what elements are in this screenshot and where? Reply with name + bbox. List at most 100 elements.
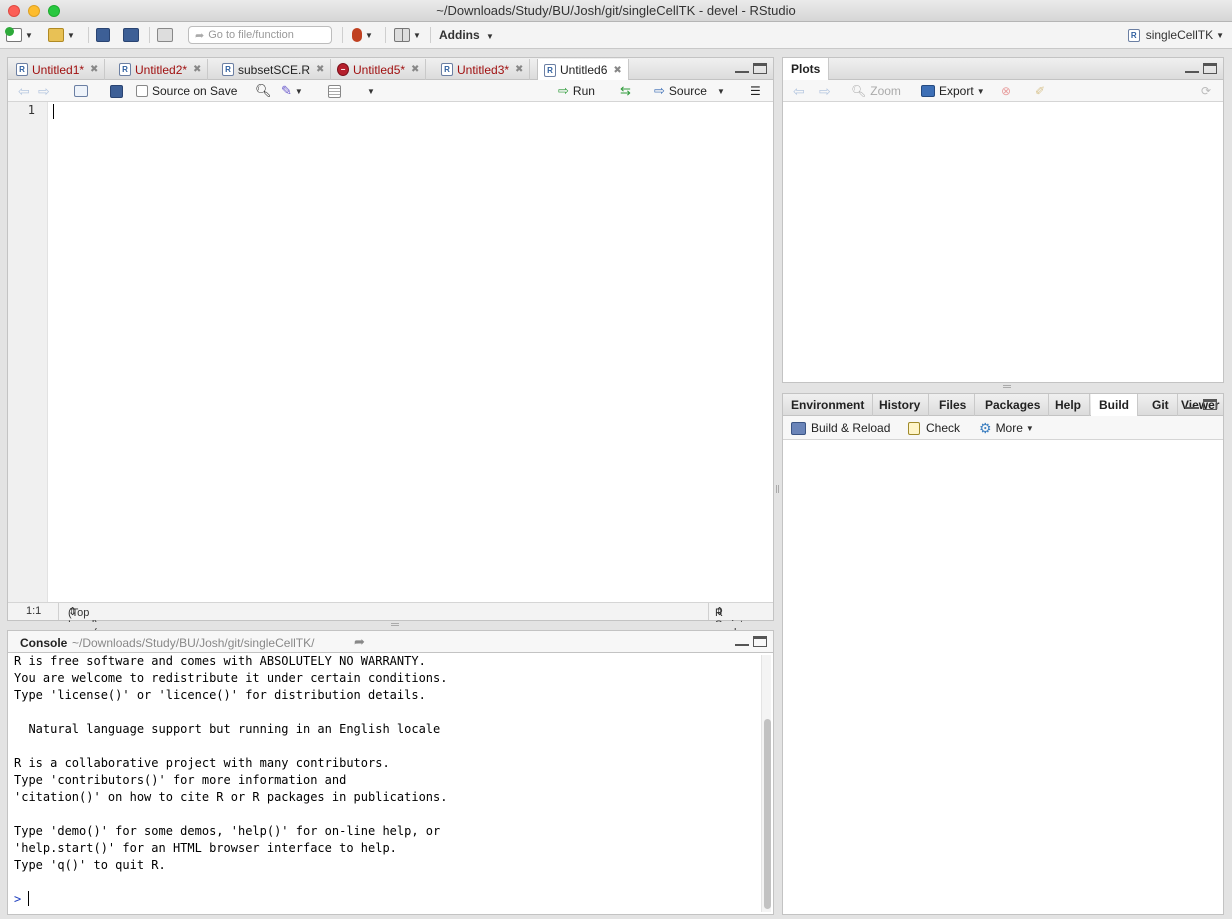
export-button[interactable]: Export ▼ [921, 83, 985, 99]
goto-file-function-input[interactable]: ➦ Go to file/function [188, 26, 332, 44]
vertical-pane-splitter[interactable] [775, 57, 781, 915]
editor-toolbar: ⇦ ⇨ Source on Save 🔍︎ ✎ ▼ ▼ ⇨ Run ⇆ ⇨ Sou… [8, 80, 773, 102]
build-toolbar: Build & Reload Check ⚙ More ▼ [783, 416, 1223, 440]
build-reload-button[interactable]: Build & Reload [791, 420, 890, 436]
save-all-button[interactable] [123, 26, 139, 44]
show-in-window-button[interactable] [74, 83, 88, 99]
console-title: Console [20, 636, 68, 650]
check-button[interactable]: Check [908, 420, 960, 436]
close-tab-icon[interactable]: ✖ [613, 65, 621, 76]
outline-button[interactable]: ☰ [750, 83, 761, 99]
r-file-error-icon: − [337, 63, 349, 76]
filetype-selector[interactable]: R Script ⇕ [715, 605, 743, 631]
editor-tab[interactable]: R Untitled3* ✖ [435, 59, 531, 80]
checkbox-icon [136, 85, 148, 97]
project-menu[interactable]: R singleCellTK ▼ [1127, 28, 1224, 42]
tab-label: Git [1152, 398, 1169, 412]
plots-tab-bar: Plots [783, 58, 1223, 80]
console-scrollbar-thumb[interactable] [764, 719, 771, 909]
tab-history[interactable]: History [871, 394, 930, 416]
pane-layout-button[interactable]: ▼ [394, 26, 421, 44]
source-on-save-checkbox[interactable]: Source on Save [136, 83, 237, 99]
maximize-pane-icon[interactable] [1203, 399, 1217, 410]
console-header: Console ~/Downloads/Study/BU/Josh/git/si… [8, 631, 773, 653]
check-label: Check [926, 421, 961, 435]
code-editor[interactable] [49, 102, 773, 602]
close-tab-icon[interactable]: ✖ [411, 64, 419, 75]
editor-tab-active[interactable]: R Untitled6 ✖ [537, 59, 629, 81]
maximize-pane-icon[interactable] [753, 636, 767, 647]
editor-tab-bar: R Untitled1* ✖ R Untitled2* ✖ RsubsetSCE.R ✖ … [8, 58, 773, 81]
tab-build[interactable]: Build [1091, 394, 1138, 416]
back-button[interactable]: ⇦ [18, 83, 30, 99]
left-pane-splitter[interactable] [7, 622, 774, 628]
minimize-pane-icon[interactable] [1185, 399, 1199, 409]
plots-toolbar: ⇦ ⇨ 🔍︎ Zoom Export ▼ ⊗ ✐ ⟳ [783, 80, 1223, 102]
zoom-window-button[interactable] [48, 5, 60, 17]
maximize-pane-icon[interactable] [753, 63, 767, 74]
compile-report-button[interactable] [328, 83, 341, 99]
source-button[interactable]: ⇨ Source ▼ [654, 83, 725, 99]
refresh-plot-button[interactable]: ⟳ [1201, 83, 1211, 99]
tab-label: Untitled5* [353, 62, 406, 77]
close-window-button[interactable] [8, 5, 20, 17]
print-button[interactable] [157, 26, 173, 44]
vcs-icon [352, 28, 362, 42]
console-scrollbar[interactable] [761, 655, 771, 912]
forward-button[interactable]: ⇨ [38, 83, 50, 99]
zoom-icon: 🔍︎ [851, 84, 867, 98]
tab-environment[interactable]: Environment [783, 394, 874, 416]
tab-label: History [879, 398, 921, 412]
rerun-button[interactable]: ⇆ [620, 83, 631, 99]
tab-help[interactable]: Help [1047, 394, 1091, 416]
close-tab-icon[interactable]: ✖ [90, 64, 98, 75]
right-pane-splitter[interactable] [782, 384, 1224, 390]
remove-plot-button[interactable]: ⊗ [1001, 83, 1011, 99]
grid-icon [394, 28, 410, 42]
console-line: R is free software and comes with ABSOLU… [14, 654, 426, 668]
console-line: R is a collaborative project with many c… [14, 756, 390, 770]
run-button[interactable]: ⇨ Run [558, 83, 595, 99]
broom-icon: ✐ [1035, 84, 1046, 98]
close-tab-icon[interactable]: ✖ [193, 64, 201, 75]
save-all-icon [123, 28, 139, 42]
maximize-pane-icon[interactable] [1203, 63, 1217, 74]
previous-plot-button[interactable]: ⇦ [793, 83, 805, 99]
minimize-pane-icon[interactable] [1185, 63, 1199, 73]
new-file-button[interactable]: ▼ [5, 26, 33, 44]
minimize-pane-icon[interactable] [735, 636, 749, 646]
editor-save-button[interactable] [110, 83, 123, 99]
save-icon [110, 84, 123, 98]
run-label: Run [572, 84, 595, 98]
tab-label: Files [939, 398, 967, 412]
open-file-button[interactable]: ▼ [48, 26, 75, 44]
go-to-directory-icon[interactable]: ➦ [354, 634, 365, 650]
editor-tab[interactable]: R Untitled2* ✖ [113, 59, 209, 80]
vcs-button[interactable]: ▼ [352, 26, 373, 44]
tab-files[interactable]: Files [931, 394, 976, 416]
minimize-window-button[interactable] [28, 5, 40, 17]
save-button[interactable] [96, 26, 110, 44]
tab-label: Untitled1* [32, 62, 85, 77]
more-button[interactable]: ⚙ More ▼ [979, 420, 1034, 436]
editor-tab[interactable]: R Untitled1* ✖ [10, 59, 106, 80]
minimize-pane-icon[interactable] [735, 63, 749, 73]
code-tools-button[interactable]: ✎ ▼ [281, 83, 303, 99]
tab-packages[interactable]: Packages [977, 394, 1050, 416]
close-tab-icon[interactable]: ✖ [316, 64, 324, 75]
console-input[interactable] [26, 890, 726, 908]
find-replace-button[interactable]: 🔍︎ [255, 83, 272, 99]
zoom-label: Zoom [870, 84, 901, 98]
main-toolbar: ▼ ▼ ➦ Go to file/function ▼ ▼ Addins ▼ R… [0, 22, 1232, 49]
close-tab-icon[interactable]: ✖ [515, 64, 523, 75]
editor-tab[interactable]: − Untitled5* ✖ [331, 59, 427, 80]
next-plot-button[interactable]: ⇨ [819, 83, 831, 99]
clear-plots-button[interactable]: ✐ [1035, 83, 1045, 99]
addins-menu[interactable]: Addins ▼ [439, 28, 494, 42]
tab-plots[interactable]: Plots [783, 58, 830, 80]
line-number: 1 [27, 103, 35, 117]
zoom-button[interactable]: 🔍︎ Zoom [851, 83, 901, 99]
scope-selector[interactable]: (Top Level) ⇕ [68, 605, 98, 631]
editor-options-dropdown[interactable]: ▼ [364, 83, 375, 99]
editor-tab[interactable]: RsubsetSCE.R ✖ [216, 59, 332, 80]
